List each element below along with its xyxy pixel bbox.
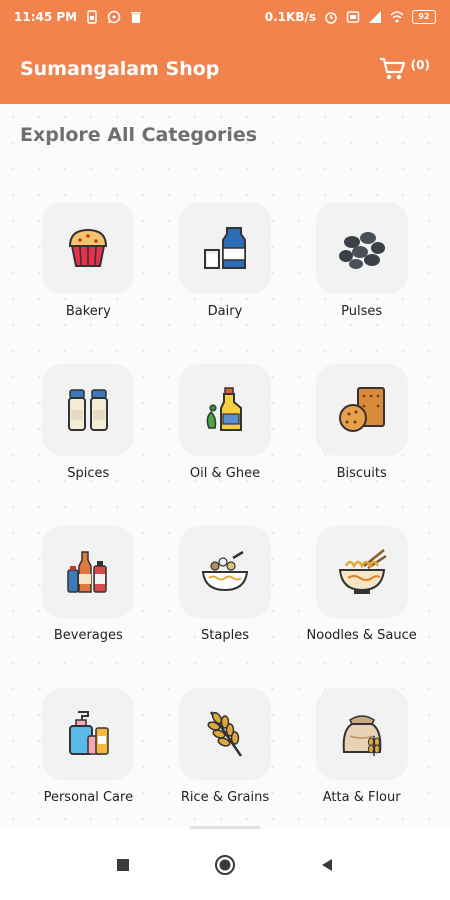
category-bakery[interactable]: Bakery [20, 202, 157, 319]
beverage-bottles-icon [67, 551, 108, 593]
personal-care-icon [69, 711, 110, 755]
status-bar: 11:45 PM 0.1KB/s 92 [0, 0, 450, 34]
oil-bottle-icon [206, 387, 242, 431]
alarm-icon [325, 12, 337, 24]
category-label: Dairy [207, 304, 243, 319]
staples-bowl-icon [201, 550, 249, 592]
category-label: Oil & Ghee [189, 466, 261, 481]
category-pulses[interactable]: Pulses [293, 202, 430, 319]
battery-icon: 92 [412, 10, 436, 24]
category-personal-care[interactable]: Personal Care [20, 688, 157, 805]
category-tile[interactable] [178, 688, 271, 780]
back-button[interactable] [312, 850, 342, 880]
category-atta-flour[interactable]: Atta & Flour [293, 688, 430, 805]
cupcake-icon [69, 228, 108, 267]
category-tile[interactable] [315, 202, 408, 294]
cart-count: (0) [410, 58, 430, 72]
signal-icon [369, 11, 381, 23]
category-tile[interactable] [315, 526, 408, 618]
category-tile[interactable] [42, 364, 135, 456]
back-triangle-icon [322, 859, 332, 871]
whatsapp-icon [107, 10, 121, 24]
wifi-icon [390, 11, 404, 23]
sim-card-icon [346, 11, 360, 23]
network-speed: 0.1KB/s [264, 10, 316, 24]
category-label: Staples [201, 628, 249, 643]
category-tile[interactable] [178, 202, 271, 294]
recents-button[interactable] [108, 850, 138, 880]
category-tile[interactable] [42, 202, 135, 294]
category-label: Beverages [53, 628, 123, 643]
square-icon [117, 859, 129, 871]
category-label: Atta & Flour [322, 790, 401, 805]
category-label: Personal Care [43, 790, 134, 805]
category-dairy[interactable]: Dairy [157, 202, 294, 319]
category-biscuits[interactable]: Biscuits [293, 364, 430, 481]
main-content[interactable]: Explore All Categories Bakery Dairy Puls… [0, 104, 450, 830]
wheat-icon [207, 711, 243, 757]
app-bar: Sumangalam Shop (0) [0, 34, 450, 104]
status-time: 11:45 PM [14, 10, 78, 24]
pulses-icon [338, 232, 385, 269]
category-tile[interactable] [42, 526, 135, 618]
cart-button[interactable]: (0) [379, 56, 430, 82]
category-tile[interactable] [315, 364, 408, 456]
category-label: Pulses [341, 304, 383, 319]
spice-shakers-icon [68, 389, 109, 431]
home-button[interactable] [210, 850, 240, 880]
trash-icon [131, 12, 142, 23]
scroll-indicator [190, 826, 260, 829]
category-label: Spices [67, 466, 110, 481]
milk-icon [203, 227, 246, 269]
sim-icon [87, 10, 97, 24]
category-oil-ghee[interactable]: Oil & Ghee [157, 364, 294, 481]
category-tile[interactable] [178, 526, 271, 618]
biscuit-icon [338, 387, 385, 432]
category-rice-grains[interactable]: Rice & Grains [157, 688, 294, 805]
category-grid: Bakery Dairy Pulses Spices Oil & Ghee Bi… [20, 202, 430, 805]
category-label: Biscuits [336, 466, 387, 481]
cart-icon [379, 57, 405, 80]
flour-sack-icon [342, 715, 381, 756]
category-staples[interactable]: Staples [157, 526, 294, 643]
category-tile[interactable] [42, 688, 135, 780]
circle-icon [215, 855, 235, 875]
category-label: Bakery [65, 304, 111, 319]
category-noodles-sauce[interactable]: Noodles & Sauce [293, 526, 430, 643]
category-tile[interactable] [178, 364, 271, 456]
category-label: Rice & Grains [180, 790, 270, 805]
system-nav-bar [0, 830, 450, 900]
category-tile[interactable] [315, 688, 408, 780]
section-title: Explore All Categories [20, 124, 258, 146]
app-title: Sumangalam Shop [20, 58, 220, 80]
category-spices[interactable]: Spices [20, 364, 157, 481]
category-beverages[interactable]: Beverages [20, 526, 157, 643]
category-label: Noodles & Sauce [306, 628, 417, 643]
noodles-icon [338, 549, 387, 594]
